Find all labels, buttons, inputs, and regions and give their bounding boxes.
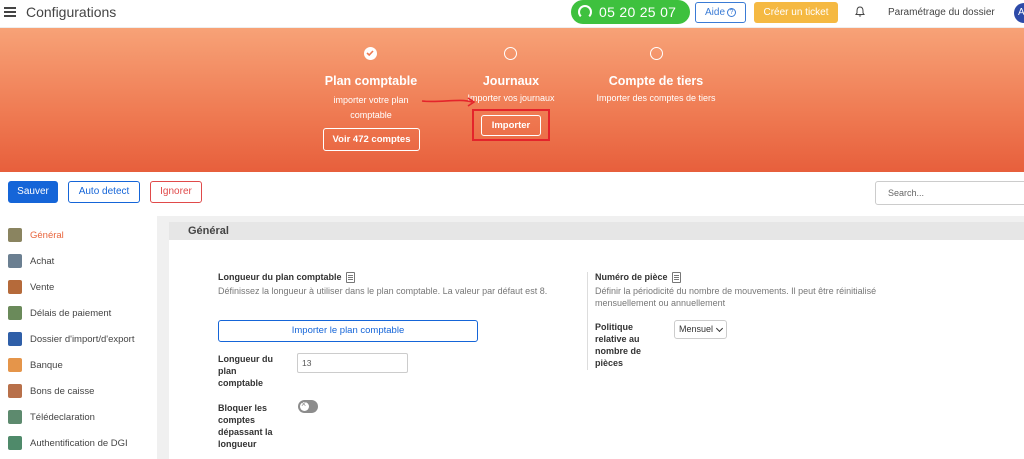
help-label: Aide — [704, 7, 725, 18]
block-accounts-label: Bloquer les comptes dépassant la longueu… — [218, 403, 273, 449]
dossier-settings-link[interactable]: Paramétrage du dossier — [888, 7, 995, 18]
sidebar-item-label: Général — [30, 230, 64, 241]
chevron-down-icon — [715, 324, 724, 333]
menu-icon[interactable] — [4, 7, 16, 17]
sidebar: Général Achat Vente Délais de paiement D… — [0, 216, 157, 459]
ignore-button[interactable]: Ignorer — [150, 181, 202, 203]
search-input[interactable] — [875, 181, 1024, 205]
bank-icon — [8, 358, 22, 372]
arrow-annotation-icon — [421, 97, 476, 107]
save-button[interactable]: Sauver — [8, 181, 58, 203]
policy-select-value: Mensuel — [679, 324, 714, 334]
document-icon[interactable] — [671, 272, 681, 284]
avatar[interactable]: A — [1014, 3, 1024, 23]
sidebar-item-vente[interactable]: Vente — [0, 276, 157, 300]
sidebar-item-teledeclaration[interactable]: Télédeclaration — [0, 406, 157, 430]
toggle-knob — [300, 399, 309, 411]
sales-chart-icon — [8, 280, 22, 294]
headset-icon — [578, 5, 592, 19]
sidebar-item-label: Achat — [30, 256, 55, 267]
phone-button[interactable]: 05 20 25 07 07 — [571, 0, 690, 44]
piece-number-desc: Définir la périodicité du nombre de mouv… — [595, 286, 877, 308]
sidebar-item-delais[interactable]: Délais de paiement — [0, 302, 157, 326]
tax-declaration-icon — [8, 410, 22, 424]
sidebar-item-label: Délais de paiement — [30, 308, 112, 319]
onboarding-banner: Plan comptable importer votre plan compt… — [0, 28, 1024, 172]
sidebar-item-label: Banque — [30, 360, 63, 371]
piece-number-title: Numéro de pièce — [595, 272, 681, 284]
sidebar-item-label: Vente — [30, 282, 55, 293]
view-accounts-button[interactable]: Voir 472 comptes — [323, 128, 420, 151]
sidebar-item-banque[interactable]: Banque — [0, 354, 157, 378]
cash-voucher-icon — [8, 384, 22, 398]
plan-length-title-text: Longueur du plan comptable — [218, 272, 342, 282]
step-title-journaux: Journaux — [482, 74, 540, 88]
help-button[interactable]: Aide? — [695, 2, 746, 23]
auto-detect-button[interactable]: Auto detect — [68, 181, 140, 203]
gear-icon — [8, 228, 22, 242]
sidebar-item-achat[interactable]: Achat — [0, 250, 157, 274]
step-complete-icon — [364, 47, 377, 60]
payment-delay-icon — [8, 306, 22, 320]
sidebar-item-label: Bons de caisse — [30, 386, 95, 397]
sidebar-item-dossier[interactable]: Dossier d'import/d'export — [0, 328, 157, 352]
page-title: Configurations — [26, 4, 117, 20]
highlight-box — [472, 109, 550, 141]
step-desc-tiers: Importer des comptes de tiers — [596, 93, 716, 103]
length-input[interactable] — [297, 353, 408, 373]
import-plan-button[interactable]: Importer le plan comptable — [218, 320, 478, 342]
length-label: Longueur du plan comptable — [218, 354, 273, 388]
bell-icon[interactable] — [855, 6, 865, 17]
create-ticket-button[interactable]: Créer un ticket — [754, 2, 838, 23]
sidebar-item-bons[interactable]: Bons de caisse — [0, 380, 157, 404]
block-accounts-toggle[interactable] — [298, 399, 318, 413]
column-divider — [587, 272, 588, 370]
step-pending-icon — [504, 47, 517, 60]
step-title-tiers: Compte de tiers — [608, 74, 704, 88]
purchase-icon — [8, 254, 22, 268]
sidebar-item-label: Dossier d'import/d'export — [30, 334, 135, 345]
folder-icon — [8, 332, 22, 346]
plan-length-desc: Définissez la longueur à utiliser dans l… — [218, 286, 548, 296]
step-pending-icon — [650, 47, 663, 60]
piece-number-title-text: Numéro de pièce — [595, 272, 668, 282]
sidebar-item-dgi[interactable]: Authentification de DGI — [0, 432, 157, 456]
sidebar-item-general[interactable]: Général — [0, 224, 157, 248]
policy-select[interactable]: Mensuel — [674, 320, 727, 339]
step-title-plan: Plan comptable — [324, 74, 418, 88]
sidebar-item-label: Authentification de DGI — [30, 438, 128, 449]
policy-label: Politique relative au nombre de pièces — [595, 322, 642, 368]
plan-length-title: Longueur du plan comptable — [218, 272, 355, 284]
step-desc-plan: importer votre plan comptable — [333, 95, 409, 120]
section-title: Général — [169, 222, 1024, 240]
sidebar-item-label: Télédeclaration — [30, 412, 95, 423]
document-icon[interactable] — [345, 272, 355, 284]
question-icon: ? — [727, 7, 736, 17]
top-bar: Configurations 05 20 25 07 07 Aide? Crée… — [0, 0, 1024, 44]
dgi-auth-icon — [8, 436, 22, 450]
toolbar: Sauver Auto detect Ignorer — [0, 172, 1024, 216]
